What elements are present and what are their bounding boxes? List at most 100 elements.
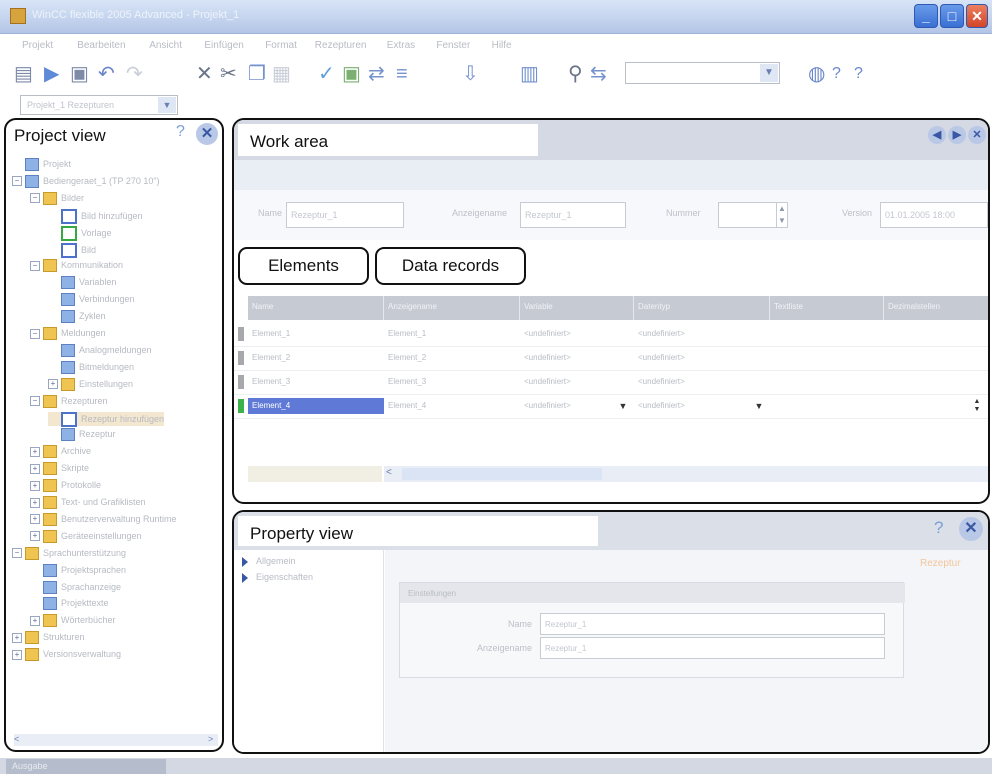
collapse-icon[interactable]: − bbox=[30, 328, 40, 339]
property-nav-properties[interactable]: Eigenschaften bbox=[242, 572, 313, 583]
table-cell[interactable]: <undefiniert> bbox=[634, 322, 770, 346]
tree-item[interactable]: + Versionsverwaltung bbox=[12, 648, 121, 662]
table-cell[interactable] bbox=[770, 346, 884, 370]
table-cell[interactable] bbox=[884, 322, 988, 346]
row-marker[interactable] bbox=[238, 375, 244, 389]
spin-up-icon[interactable]: ▲ bbox=[778, 204, 786, 213]
table-cell[interactable]: <undefiniert> bbox=[634, 370, 770, 394]
find-icon[interactable]: ⚲ bbox=[568, 63, 583, 85]
version-input[interactable]: 01.01.2005 18:00 bbox=[880, 202, 988, 228]
close-icon[interactable]: ✕ bbox=[968, 126, 986, 144]
table-cell[interactable]: Element_4 bbox=[384, 394, 520, 418]
tree-item[interactable]: + Text- und Grafiklisten bbox=[30, 496, 146, 510]
menu-item[interactable]: Bearbeiten bbox=[77, 40, 125, 51]
delete-icon[interactable]: ✕ bbox=[196, 63, 213, 85]
number-input[interactable]: ▲ ▼ bbox=[718, 202, 788, 228]
table-cell[interactable]: Element_3 bbox=[248, 370, 384, 394]
table-cell[interactable]: <undefiniert> bbox=[520, 322, 634, 346]
expand-icon[interactable]: + bbox=[48, 379, 58, 390]
row-marker[interactable] bbox=[238, 327, 244, 341]
column-header[interactable]: Variable bbox=[520, 296, 634, 320]
cut-icon[interactable]: ✂ bbox=[220, 63, 237, 85]
column-header[interactable]: Name bbox=[248, 296, 384, 320]
open-icon[interactable]: ▶ bbox=[44, 63, 59, 85]
scroll-left-icon[interactable]: < bbox=[14, 734, 24, 746]
table-cell[interactable] bbox=[884, 346, 988, 370]
row-marker[interactable] bbox=[238, 351, 244, 365]
next-editor-icon[interactable]: ▶ bbox=[948, 126, 966, 144]
maximize-button[interactable]: □ bbox=[940, 4, 964, 28]
toolbar-combo[interactable]: ▼ bbox=[625, 62, 780, 84]
tree-item[interactable]: − Kommunikation bbox=[30, 259, 123, 273]
tree-item[interactable]: Projekttexte bbox=[30, 597, 109, 611]
minimize-button[interactable]: _ bbox=[914, 4, 938, 28]
tree-item[interactable]: + Geräteeinstellungen bbox=[30, 529, 142, 544]
tree-item[interactable]: + Einstellungen bbox=[48, 377, 133, 392]
table-cell[interactable] bbox=[770, 394, 884, 418]
menu-item[interactable]: Rezepturen bbox=[315, 40, 367, 51]
column-header[interactable]: Dezimalstellen bbox=[884, 296, 988, 320]
expand-icon[interactable]: + bbox=[12, 649, 22, 660]
column-header[interactable]: Datentyp bbox=[634, 296, 770, 320]
menu-item[interactable]: Format bbox=[265, 40, 297, 51]
number-spinner[interactable]: ▲ ▼ bbox=[776, 203, 787, 227]
table-row[interactable]: Element_3 Element_3 <undefiniert> <undefini… bbox=[234, 370, 988, 395]
spin-down-icon[interactable]: ▼ bbox=[778, 216, 786, 225]
table-cell[interactable] bbox=[884, 370, 988, 394]
tree-item[interactable]: Bild bbox=[48, 242, 96, 258]
table-cell[interactable]: Element_2 bbox=[384, 346, 520, 370]
tree-item[interactable]: − Rezepturen bbox=[30, 394, 108, 409]
expand-icon[interactable]: + bbox=[30, 514, 40, 525]
table-cell[interactable]: Element_3 bbox=[384, 370, 520, 394]
tree-item[interactable]: + Strukturen bbox=[12, 631, 85, 645]
save-icon[interactable]: ▣ bbox=[70, 63, 89, 85]
collapse-icon[interactable]: − bbox=[12, 176, 22, 187]
tree-item[interactable]: − Meldungen bbox=[30, 327, 106, 341]
compile-icon[interactable]: ▣ bbox=[342, 63, 361, 85]
table-row[interactable]: Element_1 Element_1 <undefiniert> <undefini… bbox=[234, 322, 988, 347]
name-input[interactable]: Rezeptur_1 bbox=[286, 202, 404, 228]
tree-item[interactable]: Rezeptur hinzufügen bbox=[48, 411, 165, 427]
copy-icon[interactable]: ❐ bbox=[248, 63, 266, 85]
tab-elements[interactable]: Elements bbox=[238, 247, 369, 285]
spin-up-icon[interactable]: ▲ bbox=[974, 398, 981, 405]
column-header[interactable]: Anzeigename bbox=[384, 296, 520, 320]
scope-combo[interactable]: Projekt_1 Rezepturen ▼ bbox=[20, 95, 178, 115]
table-cell[interactable]: <undefiniert> bbox=[634, 394, 770, 418]
help-icon[interactable]: ? bbox=[176, 123, 185, 141]
undo-icon[interactable]: ↶ bbox=[98, 63, 115, 85]
replace-icon[interactable]: ⇆ bbox=[590, 63, 607, 85]
table-cell[interactable]: <undefiniert> bbox=[520, 346, 634, 370]
table-cell[interactable]: Element_1 bbox=[384, 322, 520, 346]
download-icon[interactable]: ⇩ bbox=[462, 63, 479, 85]
spin-down-icon[interactable]: ▼ bbox=[974, 406, 981, 413]
menu-item[interactable]: Einfügen bbox=[204, 40, 243, 51]
property-nav-general[interactable]: Allgemein bbox=[242, 556, 296, 567]
tree-item[interactable]: Verbindungen bbox=[48, 293, 135, 307]
expand-icon[interactable]: + bbox=[30, 463, 40, 474]
table-cell[interactable] bbox=[770, 322, 884, 346]
expand-icon[interactable]: + bbox=[30, 446, 40, 457]
prev-editor-icon[interactable]: ◀ bbox=[928, 126, 946, 144]
new-icon[interactable]: ▤ bbox=[14, 63, 33, 85]
table-cell[interactable]: Element_2 bbox=[248, 346, 384, 370]
menu-item[interactable]: Extras bbox=[387, 40, 415, 51]
prop-display-name-input[interactable]: Rezeptur_1 bbox=[540, 637, 885, 659]
tree-item[interactable]: − Bilder bbox=[30, 191, 84, 206]
collapse-icon[interactable]: − bbox=[30, 193, 40, 204]
variable-dropdown-icon[interactable]: ▼ bbox=[616, 398, 630, 414]
table-cell[interactable]: Element_1 bbox=[248, 322, 384, 346]
project-view-scrollbar[interactable]: < > bbox=[14, 734, 218, 746]
expand-icon[interactable]: + bbox=[30, 615, 40, 626]
scroll-left-icon[interactable]: < bbox=[386, 467, 392, 478]
tree-item[interactable]: Variablen bbox=[48, 276, 116, 290]
close-icon[interactable]: ✕ bbox=[959, 517, 983, 541]
tree-item[interactable]: Vorlage bbox=[48, 225, 112, 241]
menu-item[interactable]: Hilfe bbox=[492, 40, 512, 51]
close-icon[interactable]: ✕ bbox=[196, 123, 218, 145]
output-tab[interactable]: Ausgabe bbox=[6, 759, 166, 774]
table-cell[interactable]: <undefiniert> bbox=[634, 346, 770, 370]
tree-item[interactable]: Bild hinzufügen bbox=[48, 208, 143, 224]
tree-item[interactable]: Bitmeldungen bbox=[48, 360, 134, 375]
expand-icon[interactable]: + bbox=[30, 497, 40, 508]
